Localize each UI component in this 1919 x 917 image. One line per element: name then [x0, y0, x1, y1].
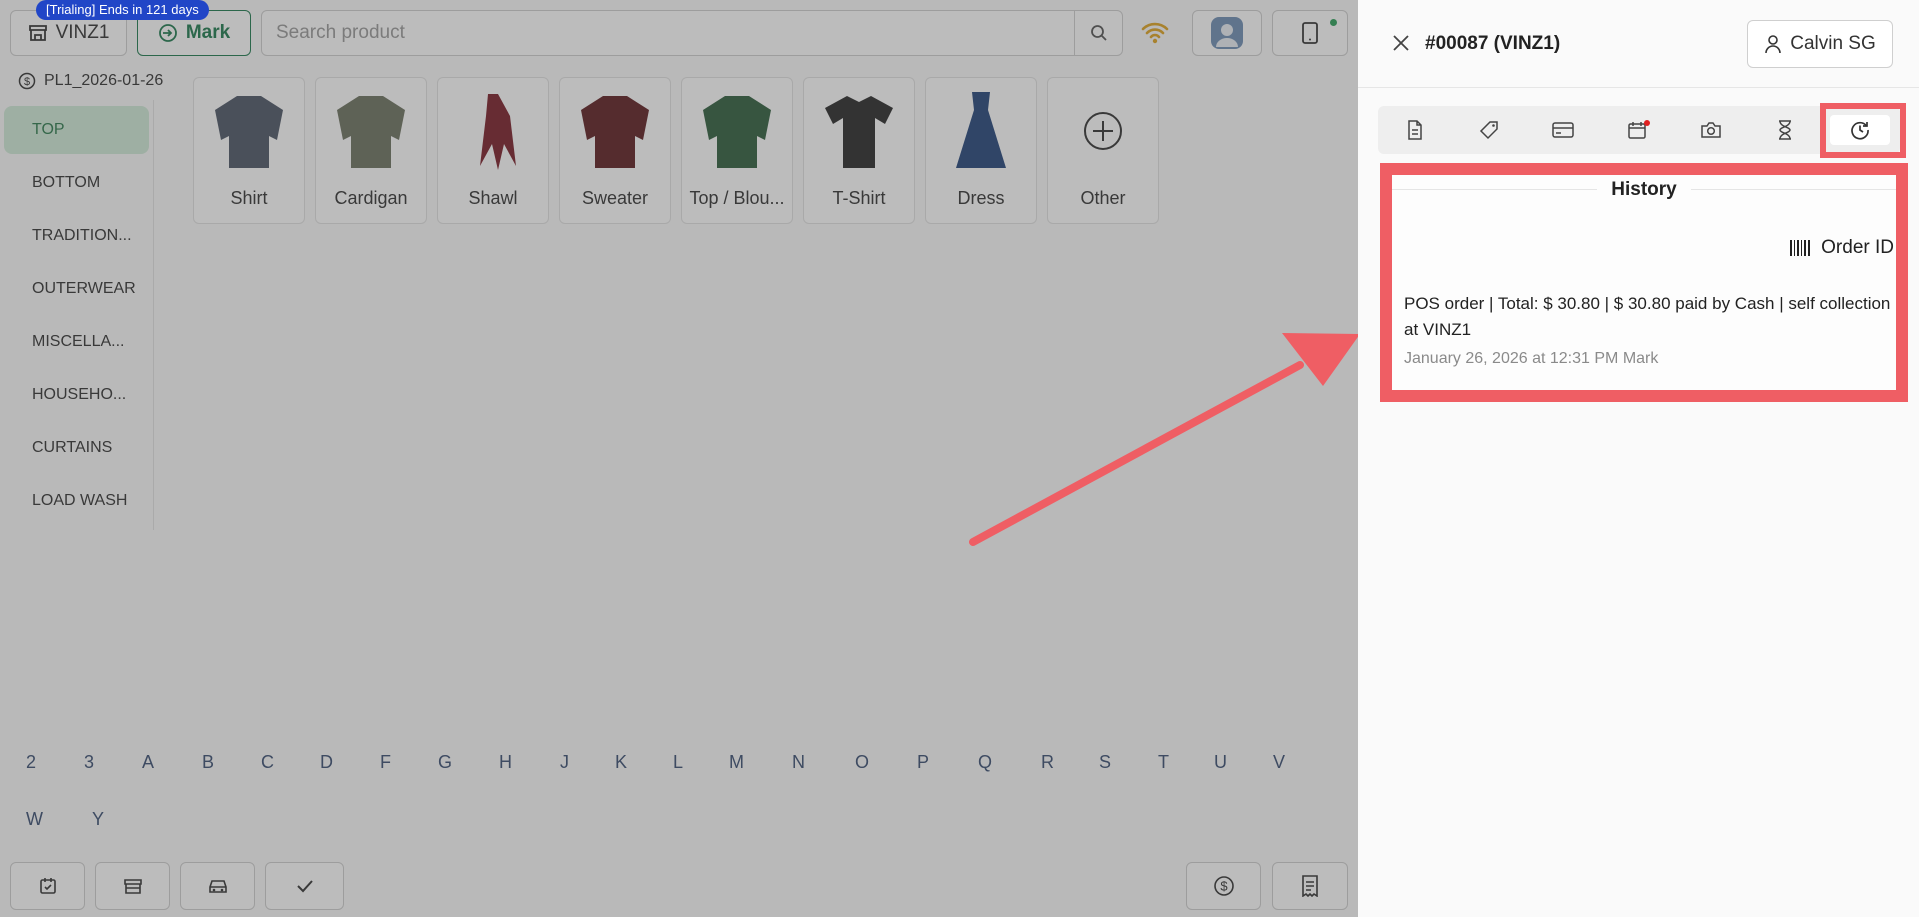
history-title: History: [1597, 179, 1691, 200]
history-heading: History: [1392, 179, 1896, 201]
annotation-highlight-tab: [1820, 103, 1906, 158]
trial-badge: [Trialing] Ends in 121 days: [36, 0, 209, 20]
annotation-arrow: [969, 333, 1360, 546]
order-id-label: Order ID: [1821, 237, 1894, 258]
card-icon: [1552, 122, 1574, 138]
history-entry-text: POS order | Total: $ 30.80 | $ 30.80 pai…: [1404, 294, 1891, 339]
document-icon: [1408, 120, 1422, 140]
tab-schedule[interactable]: [1600, 106, 1674, 154]
customer-button[interactable]: Calvin SG: [1747, 20, 1893, 68]
history-section: History Order ID POS order | Total: $ 30…: [1392, 175, 1896, 390]
close-button[interactable]: [1388, 30, 1414, 56]
close-icon: [1393, 35, 1409, 51]
tab-pending[interactable]: [1748, 106, 1822, 154]
barcode-icon: [1790, 240, 1811, 256]
tab-tags[interactable]: [1452, 106, 1526, 154]
order-detail-panel: #00087 (VINZ1) Calvin SG History Order I…: [1358, 0, 1919, 917]
hourglass-icon: [1779, 120, 1791, 140]
tab-payment[interactable]: [1526, 106, 1600, 154]
order-title: #00087 (VINZ1): [1425, 33, 1561, 54]
camera-icon: [1701, 122, 1721, 138]
order-id-button[interactable]: Order ID: [1789, 237, 1894, 259]
customer-name: Calvin SG: [1790, 33, 1876, 54]
user-icon: [1765, 35, 1782, 54]
tag-icon: [1479, 121, 1498, 140]
tab-details[interactable]: [1378, 106, 1452, 154]
notification-dot: [1644, 120, 1650, 126]
panel-header: #00087 (VINZ1) Calvin SG: [1358, 0, 1919, 88]
history-entry-meta: January 26, 2026 at 12:31 PM Mark: [1404, 350, 1659, 367]
tab-photos[interactable]: [1674, 106, 1748, 154]
